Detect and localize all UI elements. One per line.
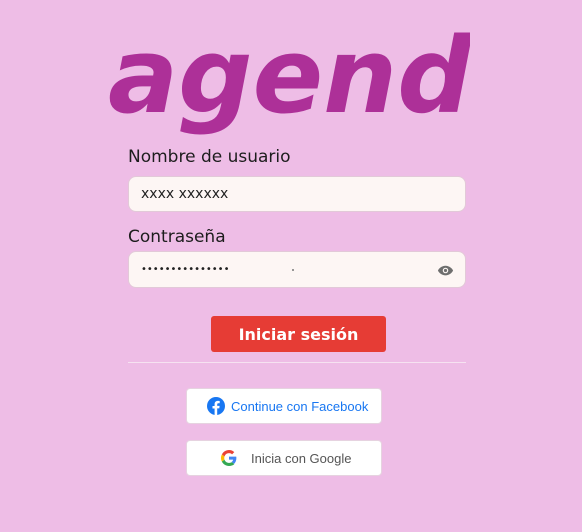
password-label: Contraseña — [128, 227, 226, 247]
login-button[interactable]: Iniciar sesión — [211, 316, 386, 352]
eye-icon[interactable] — [437, 265, 454, 276]
text-cursor-mark — [292, 269, 294, 271]
password-input[interactable] — [128, 251, 466, 288]
password-field — [128, 251, 466, 288]
facebook-login-button[interactable]: Continue con Facebook — [186, 388, 382, 424]
google-login-label: Inicia con Google — [251, 450, 352, 466]
username-input[interactable] — [128, 176, 466, 212]
svg-text:agendy: agendy — [108, 15, 470, 137]
google-icon — [221, 450, 237, 466]
agendy-logo-art: agendy — [108, 15, 470, 137]
facebook-icon — [207, 397, 225, 415]
agendy-logo: agendy — [104, 8, 470, 154]
google-login-button[interactable]: Inicia con Google — [186, 440, 382, 476]
facebook-login-label: Continue con Facebook — [231, 398, 369, 414]
username-label: Nombre de usuario — [128, 147, 291, 167]
divider — [128, 362, 466, 363]
